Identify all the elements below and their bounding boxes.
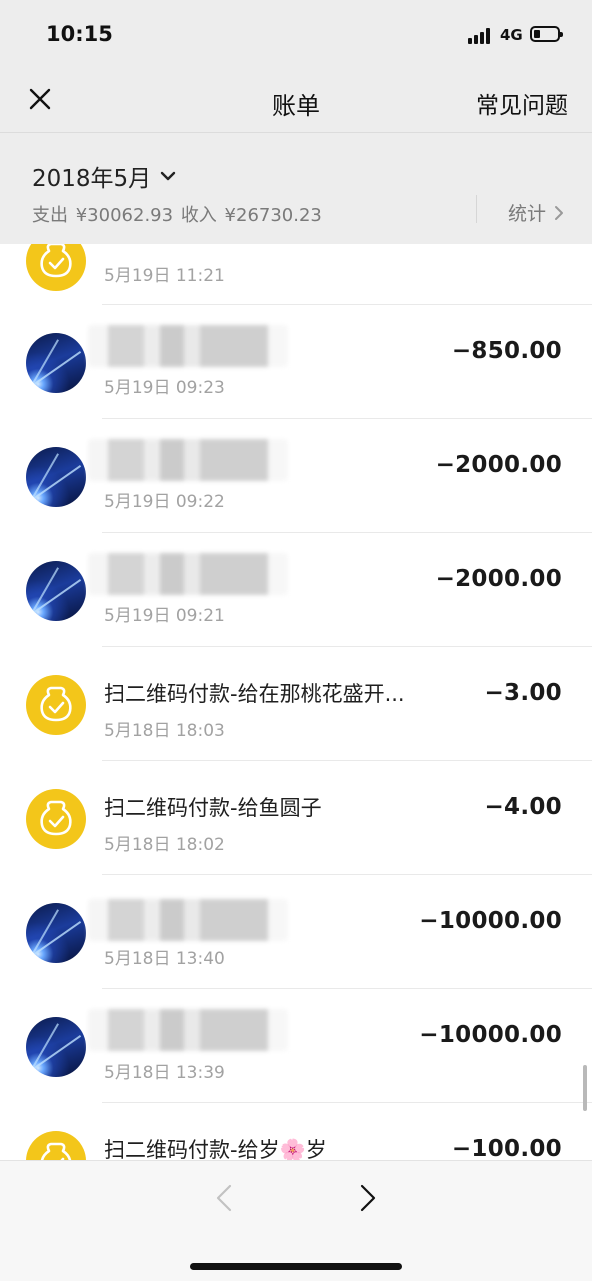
bottom-toolbar xyxy=(0,1160,592,1281)
transaction-amount: −3.00 xyxy=(484,680,562,706)
transaction-list[interactable]: 5月19日 11:21 5月19日 09:23 −850.00 5月19日 09… xyxy=(0,244,592,1160)
contact-avatar xyxy=(26,561,86,621)
transaction-row[interactable]: 5月19日 09:23 −850.00 xyxy=(0,305,592,419)
transaction-amount: −100.00 xyxy=(451,1136,562,1160)
month-label: 2018年5月 xyxy=(32,166,152,192)
scrollbar[interactable] xyxy=(583,1065,587,1111)
blurred-name xyxy=(88,325,288,367)
income-label: 收入 xyxy=(180,205,217,226)
bill-summary: 2018年5月 支出 ¥30062.93 收入 ¥26730.23 统计 xyxy=(0,133,592,244)
transaction-time: 5月19日 09:22 xyxy=(104,492,225,512)
nav-bar: 账单 常见问题 xyxy=(0,70,592,133)
transaction-row[interactable]: 5月19日 11:21 xyxy=(0,244,592,305)
battery-icon xyxy=(530,26,563,42)
summary-totals: 支出 ¥30062.93 收入 ¥26730.23 xyxy=(32,201,322,227)
stats-button[interactable]: 统计 xyxy=(508,199,564,226)
transaction-time: 5月19日 11:21 xyxy=(104,266,225,286)
transaction-row[interactable]: 5月18日 13:39 −10000.00 xyxy=(0,989,592,1103)
transaction-row[interactable]: 扫二维码付款-给鱼圆子 5月18日 18:02 −4.00 xyxy=(0,761,592,875)
status-bar: 10:15 4G xyxy=(0,0,592,70)
contact-avatar xyxy=(26,903,86,963)
contact-avatar xyxy=(26,1017,86,1077)
transaction-time: 5月19日 09:21 xyxy=(104,606,225,626)
signal-icon xyxy=(468,28,492,44)
transaction-title: 扫二维码付款-给在那桃花盛开... xyxy=(104,682,405,706)
contact-avatar xyxy=(26,447,86,507)
transaction-amount: −10000.00 xyxy=(419,1022,562,1048)
transaction-amount: −4.00 xyxy=(484,794,562,820)
transaction-row[interactable]: 扫二维码付款-给在那桃花盛开... 5月18日 18:03 −3.00 xyxy=(0,647,592,761)
stats-label: 统计 xyxy=(508,203,547,225)
divider xyxy=(476,195,477,223)
transaction-row[interactable]: 5月19日 09:21 −2000.00 xyxy=(0,533,592,647)
network-label: 4G xyxy=(500,26,523,44)
transaction-time: 5月19日 09:23 xyxy=(104,378,225,398)
faq-button[interactable]: 常见问题 xyxy=(476,86,568,120)
month-selector[interactable]: 2018年5月 xyxy=(32,159,177,193)
transaction-row[interactable]: 5月19日 09:22 −2000.00 xyxy=(0,419,592,533)
transaction-row[interactable]: 5月18日 13:40 −10000.00 xyxy=(0,875,592,989)
money-bag-icon xyxy=(26,1131,86,1160)
transaction-time: 5月18日 18:03 xyxy=(104,721,225,741)
blurred-name xyxy=(88,899,288,941)
transaction-amount: −2000.00 xyxy=(435,566,562,592)
transaction-amount: −850.00 xyxy=(451,338,562,364)
transaction-row[interactable]: 扫二维码付款-给岁🌸岁 −100.00 xyxy=(0,1103,592,1160)
blurred-name xyxy=(88,439,288,481)
home-indicator[interactable] xyxy=(190,1263,402,1270)
transaction-title: 扫二维码付款-给鱼圆子 xyxy=(104,796,322,820)
chevron-down-icon xyxy=(160,171,176,181)
money-bag-icon xyxy=(26,675,86,735)
contact-avatar xyxy=(26,333,86,393)
chevron-left-icon[interactable] xyxy=(212,1183,236,1213)
chevron-right-icon xyxy=(555,205,564,220)
status-time: 10:15 xyxy=(46,22,113,46)
blurred-name xyxy=(88,1009,288,1051)
blurred-name xyxy=(88,553,288,595)
income-amount: ¥26730.23 xyxy=(224,205,322,226)
transaction-amount: −10000.00 xyxy=(419,908,562,934)
expense-amount: ¥30062.93 xyxy=(75,205,174,226)
transaction-title: 扫二维码付款-给岁🌸岁 xyxy=(104,1138,327,1160)
transaction-amount: −2000.00 xyxy=(435,452,562,478)
expense-label: 支出 xyxy=(32,205,68,226)
money-bag-icon xyxy=(26,789,86,849)
transaction-time: 5月18日 18:02 xyxy=(104,835,225,855)
money-bag-icon xyxy=(26,244,86,291)
transaction-time: 5月18日 13:39 xyxy=(104,1063,225,1083)
chevron-right-icon[interactable] xyxy=(356,1183,380,1213)
transaction-time: 5月18日 13:40 xyxy=(104,949,225,969)
